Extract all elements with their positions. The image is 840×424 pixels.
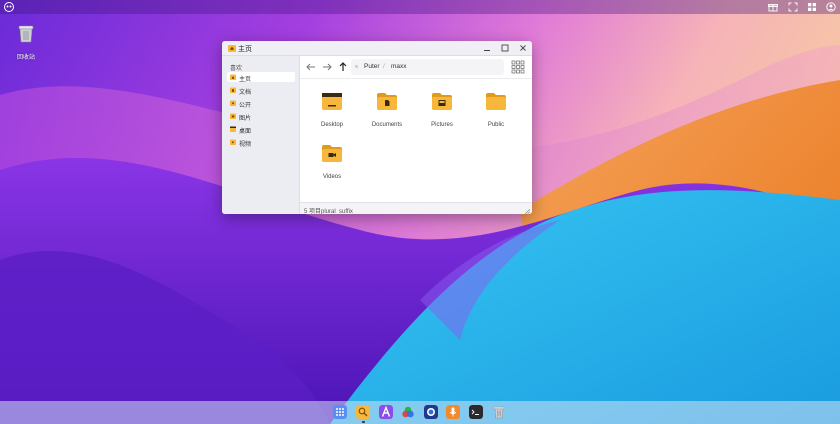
file-item-label: Public	[487, 122, 505, 128]
home-folder-icon	[230, 74, 236, 80]
fullscreen-icon[interactable]	[788, 2, 798, 12]
documents-folder-icon	[377, 93, 397, 110]
window-title: 主页	[238, 46, 252, 53]
camera-app-icon[interactable]	[424, 405, 438, 419]
desktop-folder-icon	[322, 93, 342, 110]
back-arrow-icon[interactable]	[305, 61, 317, 73]
sidebar-item-home[interactable]: 主页	[227, 72, 295, 83]
toolbar: Puter / maxx	[300, 56, 532, 79]
sidebar-item-public[interactable]: 公开	[227, 98, 295, 109]
folder-icon	[230, 113, 236, 119]
file-item-pictures[interactable]: Pictures	[419, 91, 465, 128]
up-arrow-icon[interactable]	[337, 61, 349, 73]
desktop-folder-icon	[230, 126, 236, 132]
minimize-icon[interactable]	[482, 43, 492, 53]
file-item-public[interactable]: Public	[473, 91, 519, 128]
terminal-icon[interactable]	[469, 405, 483, 419]
sidebar-item-pictures[interactable]: 图片	[227, 111, 295, 122]
sidebar-item-documents[interactable]: 文档	[227, 85, 295, 96]
file-item-desktop[interactable]: Desktop	[309, 91, 355, 128]
voice-recorder-icon[interactable]	[446, 405, 460, 419]
breadcrumb: Puter / maxx	[351, 59, 504, 75]
app-launcher-logo-icon[interactable]	[3, 1, 15, 13]
folder-icon	[486, 93, 506, 110]
videos-folder-icon	[322, 145, 342, 162]
sidebar-item-label: 桌面	[239, 128, 252, 135]
sidebar-item-label: 文档	[239, 89, 252, 96]
apps-grid-icon[interactable]	[807, 2, 817, 12]
sidebar-item-videos[interactable]: 视频	[227, 137, 295, 148]
forward-arrow-icon[interactable]	[321, 61, 333, 73]
color-mixer-icon[interactable]	[401, 405, 415, 419]
file-item-label: Pictures	[431, 122, 453, 128]
breadcrumb-separator: /	[383, 63, 385, 70]
resize-grip-icon[interactable]	[525, 209, 530, 214]
folder-icon	[230, 100, 236, 106]
sidebar: 喜欢 主页 文档 公开 图片 桌面 视频	[222, 56, 300, 214]
close-icon[interactable]	[518, 43, 528, 53]
status-bar: 5 项目plural_suffix	[300, 202, 532, 214]
active-app-indicator	[362, 421, 365, 423]
file-explorer-icon[interactable]	[356, 405, 370, 419]
maximize-icon[interactable]	[500, 43, 510, 53]
user-account-icon[interactable]	[826, 2, 836, 12]
sidebar-heading: 喜欢	[230, 66, 243, 72]
folder-icon	[230, 87, 236, 93]
file-item-label: Desktop	[320, 122, 343, 128]
file-manager-window: 主页 喜欢 主页 文档 公开 图片 桌面 视频 Puter / maxx Des…	[222, 41, 532, 214]
gift-icon[interactable]	[768, 2, 778, 12]
grid-view-icon[interactable]	[511, 60, 525, 74]
sidebar-item-label: 图片	[239, 115, 252, 122]
file-item-documents[interactable]: Documents	[364, 91, 410, 128]
breadcrumb-root-icon	[355, 65, 358, 68]
file-item-videos[interactable]: Videos	[309, 143, 355, 180]
sidebar-item-desktop[interactable]: 桌面	[227, 124, 295, 135]
desktop-trash[interactable]: 回收站	[10, 22, 42, 61]
taskbar	[0, 401, 840, 424]
window-titlebar[interactable]: 主页	[222, 41, 532, 56]
trash-icon[interactable]	[492, 405, 506, 419]
item-count-status: 5 项目plural_suffix	[304, 208, 353, 215]
home-folder-icon	[228, 45, 236, 52]
trash-label: 回收站	[16, 55, 35, 61]
sidebar-item-label: 视频	[239, 141, 252, 148]
text-editor-icon[interactable]	[379, 405, 393, 419]
breadcrumb-item-maxx[interactable]: maxx	[391, 63, 407, 70]
trash-icon	[18, 25, 34, 43]
app-grid-launcher-icon[interactable]	[333, 405, 347, 419]
sidebar-item-label: 公开	[239, 102, 252, 109]
top-bar	[0, 0, 840, 14]
sidebar-item-label: 主页	[239, 76, 252, 83]
file-grid: Desktop Documents Pictures Public Videos	[300, 79, 532, 201]
file-item-label: Documents	[371, 122, 403, 128]
breadcrumb-item-puter[interactable]: Puter	[364, 63, 380, 70]
pictures-folder-icon	[432, 93, 452, 110]
file-item-label: Videos	[322, 174, 342, 180]
folder-icon	[230, 139, 236, 145]
